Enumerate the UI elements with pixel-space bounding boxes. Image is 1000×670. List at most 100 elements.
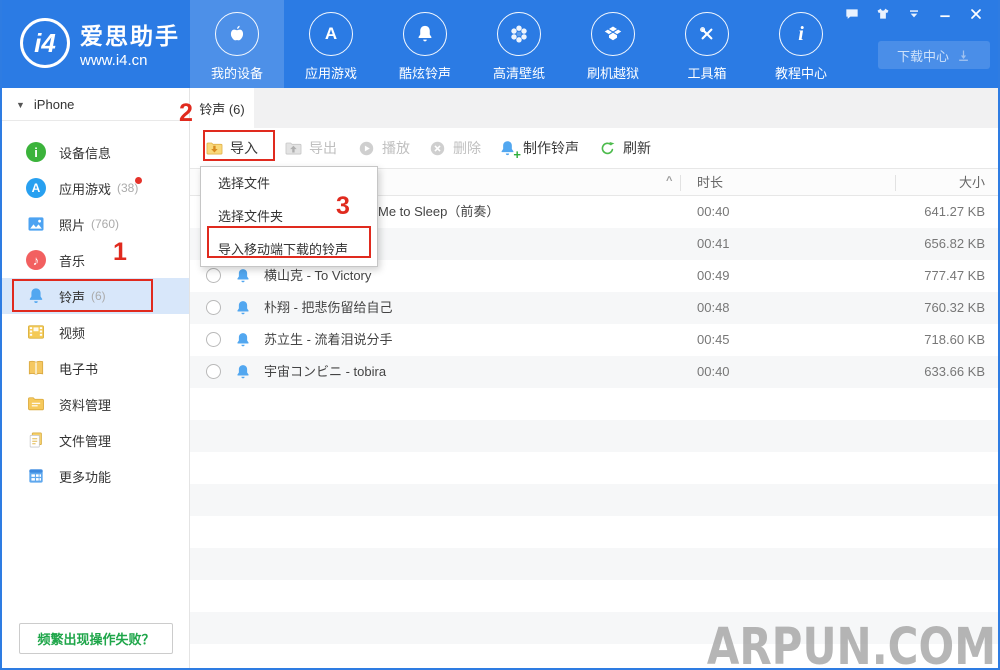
feedback-icon[interactable]: [843, 6, 860, 21]
notification-dot: [135, 177, 142, 184]
ringtone-duration: 00:40: [697, 356, 730, 388]
chevron-down-icon: ▼: [16, 89, 25, 122]
bell-icon: [403, 12, 447, 56]
bell-icon: [234, 331, 252, 349]
sidebar-list: i 设备信息 A 应用游戏 (38) 照片 (760) ♪ 音乐: [2, 134, 189, 494]
close-icon[interactable]: [967, 6, 984, 21]
box-icon: [591, 12, 635, 56]
ringtone-name: 宇宙コンビニ - tobira: [264, 356, 386, 388]
files-icon: [26, 430, 46, 450]
annotation-box-import: [203, 130, 275, 161]
import-dropdown-menu: 选择文件 选择文件夹 导入移动端下载的铃声: [200, 166, 378, 267]
column-duration[interactable]: 时长: [697, 169, 723, 196]
play-icon: [357, 139, 376, 158]
nav-label: 高清壁纸: [493, 63, 545, 82]
download-center-button[interactable]: 下载中心: [878, 41, 990, 69]
nav-label: 应用游戏: [305, 63, 357, 82]
ringtone-size: 718.60 KB: [924, 324, 985, 356]
ringtone-size: 777.47 KB: [924, 260, 985, 292]
watermark: ARPUN.COM: [707, 617, 996, 670]
sidebar-item-app-games[interactable]: A 应用游戏 (38): [2, 170, 189, 206]
skin-icon[interactable]: [874, 6, 891, 21]
download-icon: [956, 48, 971, 63]
apple-icon: [215, 12, 259, 56]
brand-name: 爱思助手: [80, 17, 180, 51]
nav-label: 我的设备: [211, 63, 263, 82]
main-panel: 铃声 (6) 导入 导出 播放 删除 +: [190, 88, 998, 668]
nav-wallpapers[interactable]: 高清壁纸: [472, 0, 566, 88]
sidebar-item-videos[interactable]: 视频: [2, 314, 189, 350]
nav-flash-jailbreak[interactable]: 刷机越狱: [566, 0, 660, 88]
frequent-failure-help-button[interactable]: 频繁出现操作失败？: [19, 623, 173, 654]
sort-caret-icon[interactable]: ^: [666, 175, 672, 187]
app-store-icon: A: [26, 178, 46, 198]
tools-icon: [685, 12, 729, 56]
refresh-button[interactable]: 刷新: [598, 138, 651, 158]
photos-icon: [26, 214, 46, 234]
export-folder-icon: [284, 139, 303, 158]
film-icon: [26, 322, 46, 342]
row-checkbox[interactable]: [206, 300, 221, 315]
flower-icon: [497, 12, 541, 56]
nav-ringtones[interactable]: 酷炫铃声: [378, 0, 472, 88]
sidebar-item-file-manager[interactable]: 文件管理: [2, 422, 189, 458]
device-selector[interactable]: ▼ iPhone: [2, 88, 189, 121]
column-divider: [680, 175, 681, 191]
ringtone-size: 760.32 KB: [924, 292, 985, 324]
sidebar-item-data-manager[interactable]: 资料管理: [2, 386, 189, 422]
tab-ringtones[interactable]: 铃声 (6): [190, 88, 254, 128]
row-checkbox[interactable]: [206, 268, 221, 283]
bell-icon: [234, 299, 252, 317]
app-window: i4 爱思助手 www.i4.cn 我的设备 A 应用游戏 酷炫铃声: [0, 0, 1000, 670]
sidebar-item-music[interactable]: ♪ 音乐: [2, 242, 189, 278]
nav-app-games[interactable]: A 应用游戏: [284, 0, 378, 88]
annotation-box-ringtones: [12, 279, 153, 312]
minimize-icon[interactable]: [936, 6, 953, 21]
row-checkbox[interactable]: [206, 364, 221, 379]
brand: i4 爱思助手 www.i4.cn: [20, 17, 180, 69]
make-ringtone-button[interactable]: + 制作铃声: [498, 138, 579, 158]
tab-strip: 铃声 (6): [190, 88, 998, 128]
nav-my-device[interactable]: 我的设备: [190, 0, 284, 88]
delete-button[interactable]: 删除: [428, 138, 481, 158]
toolbar: 导入 导出 播放 删除 + 制作铃声: [190, 128, 998, 168]
brand-url: www.i4.cn: [80, 52, 180, 69]
play-button[interactable]: 播放: [357, 138, 410, 158]
main-nav: 我的设备 A 应用游戏 酷炫铃声 高清壁纸: [190, 0, 848, 88]
row-checkbox[interactable]: [206, 332, 221, 347]
ringtone-duration: 00:41: [697, 228, 730, 260]
table-row[interactable]: 朴翔 - 把悲伤留给自己 00:48 760.32 KB: [190, 292, 998, 324]
table-row[interactable]: 苏立生 - 流着泪说分手 00:45 718.60 KB: [190, 324, 998, 356]
sidebar-item-device-info[interactable]: i 设备信息: [2, 134, 189, 170]
export-button[interactable]: 导出: [284, 138, 337, 158]
ringtone-name: 苏立生 - 流着泪说分手: [264, 324, 393, 356]
ringtone-duration: 00:45: [697, 324, 730, 356]
menu-chevron-icon[interactable]: [905, 6, 922, 21]
bell-plus-icon: +: [498, 139, 517, 158]
i4-logo-icon: i4: [20, 18, 70, 68]
ringtone-size: 641.27 KB: [924, 196, 985, 228]
device-info-icon: i: [26, 142, 46, 162]
ringtone-size: 633.66 KB: [924, 356, 985, 388]
bell-icon: [234, 267, 252, 285]
table-row[interactable]: 宇宙コンビニ - tobira 00:40 633.66 KB: [190, 356, 998, 388]
menu-item-choose-file[interactable]: 选择文件: [201, 167, 377, 200]
sidebar-item-photos[interactable]: 照片 (760): [2, 206, 189, 242]
sidebar-item-more-features[interactable]: 更多功能: [2, 458, 189, 494]
logo-text: i4: [34, 28, 56, 59]
column-size[interactable]: 大小: [959, 169, 985, 196]
sidebar-item-ebooks[interactable]: 电子书: [2, 350, 189, 386]
app-header: i4 爱思助手 www.i4.cn 我的设备 A 应用游戏 酷炫铃声: [2, 0, 998, 88]
nav-label: 刷机越狱: [587, 63, 639, 82]
device-name: iPhone: [34, 97, 74, 112]
annotation-step-3: 3: [336, 192, 350, 221]
bell-icon: [234, 363, 252, 381]
nav-tutorials[interactable]: i 教程中心: [754, 0, 848, 88]
nav-toolbox[interactable]: 工具箱: [660, 0, 754, 88]
delete-icon: [428, 139, 447, 158]
ringtone-name: 朴翔 - 把悲伤留给自己: [264, 292, 393, 324]
refresh-icon: [598, 139, 617, 158]
ringtone-duration: 00:40: [697, 196, 730, 228]
nav-label: 酷炫铃声: [399, 63, 451, 82]
column-divider: [895, 175, 896, 191]
